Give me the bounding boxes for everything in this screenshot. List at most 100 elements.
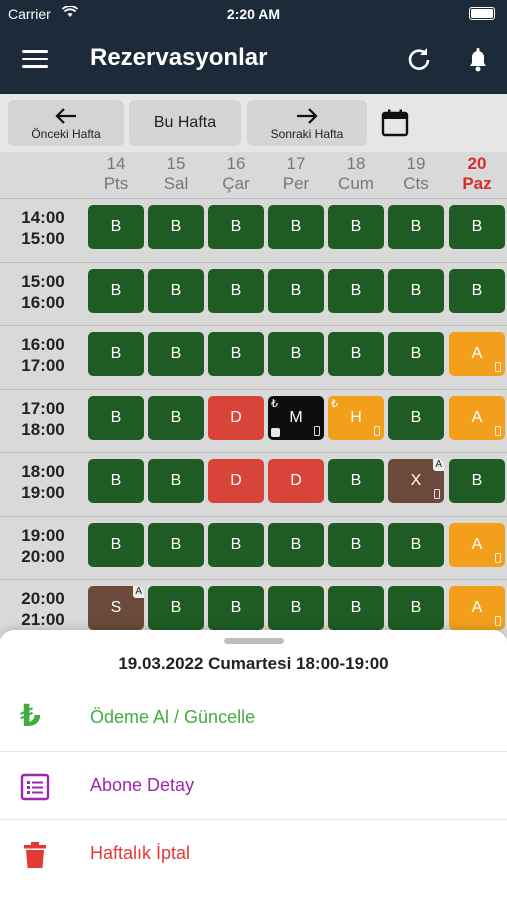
sheet-handle[interactable] [224,638,284,644]
reservation-slot[interactable]: B [328,205,384,249]
end-time: 17:00 [21,356,65,375]
slot-code: B [110,281,122,299]
slot-code: B [110,472,122,489]
reservation-slot[interactable]: B [268,522,324,567]
reservation-slot[interactable]: B [208,522,264,567]
reservation-slot[interactable]: B [88,332,144,376]
time-range: 20:00 21:00 [0,588,86,630]
time-range: 15:00 16:00 [0,271,86,313]
subscription-detail-action[interactable]: Abone Detay [0,752,507,820]
reservation-slot[interactable]: B [449,268,505,313]
reservation-slot[interactable]: B [88,205,144,249]
reservation-slot[interactable]: A [449,522,505,567]
reservation-slot[interactable]: B [208,332,264,376]
end-time: 21:00 [21,610,65,629]
refresh-icon[interactable] [405,45,433,73]
battery-icon [469,7,495,20]
calendar-icon[interactable] [380,108,410,138]
day-number: 14 [106,154,126,173]
reservation-slot[interactable]: B [449,459,505,503]
slot-code: B [290,218,302,235]
reservation-slot[interactable]: B [148,395,204,440]
bus-icon [271,427,280,437]
reservation-slot[interactable]: B [328,522,384,567]
day-number: 19 [406,154,426,173]
slot-code: B [350,218,362,235]
end-time: 19:00 [21,483,65,502]
reservation-slot[interactable]: B [388,586,444,630]
slot-code: B [410,281,422,299]
reservation-slot[interactable]: B [449,205,505,249]
reservation-slot[interactable]: B [328,459,384,503]
this-week-label: Bu Hafta [153,114,217,131]
weekly-cancel-label: Haftalık İptal [90,843,191,863]
reservation-slot[interactable]: B [268,332,324,376]
end-time: 16:00 [21,292,65,312]
slot-code: B [290,599,302,616]
reservation-slot[interactable]: B [208,268,264,313]
lira-icon: ₺ [271,397,278,410]
day-name: Pts [103,174,129,193]
time-range: 18:00 19:00 [0,461,86,503]
previous-week-button[interactable]: Önceki Hafta [8,100,124,146]
reservation-slot[interactable]: B [88,459,144,503]
reservation-slot[interactable]: B [328,268,384,313]
reservation-slot[interactable]: A [449,395,505,440]
reservation-slot[interactable]: B [388,268,444,313]
next-week-button[interactable]: Sonraki Hafta [247,100,367,146]
menu-icon[interactable] [22,50,48,70]
reservation-slot[interactable]: A [449,586,505,630]
time-range: 17:00 18:00 [0,398,86,440]
phone-icon [495,552,501,563]
action-sheet: 19.03.2022 Cumartesi 18:00-19:00 ₺ Ödeme… [0,630,507,900]
reservation-slot[interactable]: B [148,586,204,630]
phone-icon [495,616,501,626]
this-week-button[interactable]: Bu Hafta [129,100,241,146]
day-name: Sal [163,174,189,193]
reservation-slot[interactable]: H ₺ [328,395,384,440]
reservation-slot[interactable]: M ₺ [268,395,324,440]
reservation-slot[interactable]: B [208,205,264,249]
reservation-slot[interactable]: B [268,205,324,249]
reservation-slot[interactable]: B [208,586,264,630]
slot-code: B [110,345,122,362]
reservation-slot[interactable]: B [388,522,444,567]
day-number: 20 [467,154,487,173]
reservation-slot[interactable]: B [88,395,144,440]
reservation-slot[interactable]: B [328,586,384,630]
reservation-slot[interactable]: B [148,332,204,376]
sheet-title: 19.03.2022 Cumartesi 18:00-19:00 [118,654,389,673]
reservation-slot[interactable]: SA [88,586,144,630]
day-header: 14 Pts 15 Sal 16 Çar 17 Per 18 Cum 19 Cts 20 Paz [0,152,507,198]
reservation-slot[interactable]: B [148,459,204,503]
slot-code: B [230,345,242,362]
weekly-cancel-action[interactable]: Haftalık İptal [0,820,507,888]
reservation-slot[interactable]: D [208,459,264,503]
reservation-slot[interactable]: B [148,205,204,249]
bell-icon[interactable] [464,45,492,73]
reservation-slot[interactable]: XA [388,459,444,503]
payment-action[interactable]: ₺ Ödeme Al / Güncelle [0,684,507,752]
reservation-slot[interactable]: D [268,459,324,503]
reservation-slot[interactable]: B [388,332,444,376]
reservation-slot[interactable]: D [208,395,264,440]
phone-icon [495,362,501,372]
time-range: 14:00 15:00 [0,207,86,249]
time-range: 19:00 20:00 [0,525,86,567]
slot-code: B [170,281,182,299]
lira-icon: ₺ [20,700,41,733]
slot-code: B [410,218,422,235]
reservation-slot[interactable]: B [88,268,144,313]
slot-code: B [410,408,422,426]
slot-code: B [471,281,483,299]
reservation-slot[interactable]: B [148,522,204,567]
reservation-slot[interactable]: B [388,205,444,249]
reservation-slot[interactable]: B [148,268,204,313]
reservation-slot[interactable]: B [388,395,444,440]
reservation-slot[interactable]: B [268,586,324,630]
reservation-slot[interactable]: B [88,522,144,567]
slot-code: D [230,408,242,426]
reservation-slot[interactable]: B [268,268,324,313]
reservation-slot[interactable]: B [328,332,384,376]
reservation-slot[interactable]: A [449,332,505,376]
